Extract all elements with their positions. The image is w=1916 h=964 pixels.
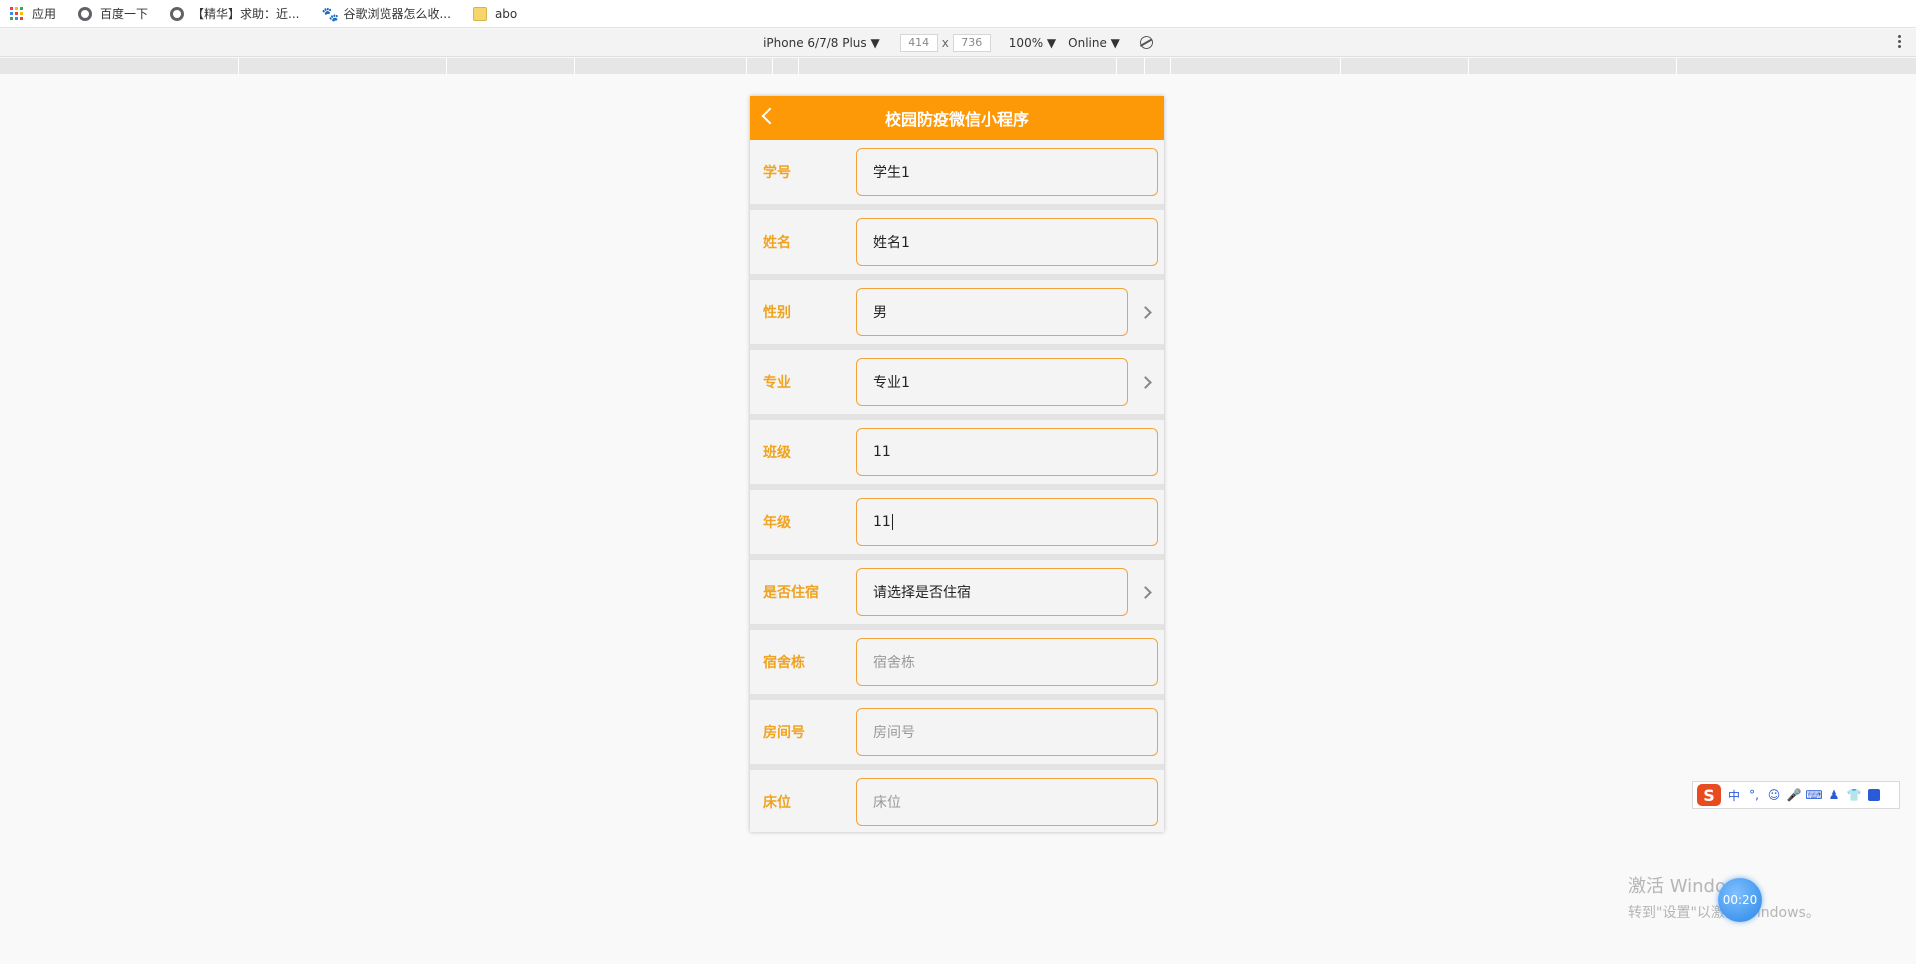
field-label: 房间号: [763, 725, 805, 741]
name-input[interactable]: 姓名1: [856, 218, 1158, 266]
nav-bar: 校园防疫微信小程序: [750, 96, 1164, 140]
room-number-input[interactable]: 房间号: [856, 708, 1158, 756]
field-label: 宿舍栋: [763, 655, 805, 671]
ime-punct-toggle[interactable]: °,: [1747, 788, 1761, 802]
rotate-icon[interactable]: [1137, 33, 1156, 52]
form-row-bed: 床位 床位: [750, 770, 1164, 832]
height-input[interactable]: 736: [952, 33, 991, 52]
user-icon[interactable]: ♟: [1827, 788, 1841, 802]
paw-icon: 🐾: [321, 6, 339, 23]
student-id-input[interactable]: 学生1: [856, 148, 1158, 196]
skin-icon[interactable]: 👕: [1847, 788, 1862, 802]
form-row-dorm-building: 宿舍栋 宿舍栋: [750, 630, 1164, 700]
keyboard-icon[interactable]: ⌨: [1805, 788, 1822, 802]
ime-mode-toggle[interactable]: 中: [1727, 788, 1741, 803]
grid-menu-icon[interactable]: [1867, 788, 1881, 802]
dorm-building-input[interactable]: 宿舍栋: [856, 638, 1158, 686]
bookmark-label: 应用: [32, 7, 57, 21]
globe-icon: [170, 6, 185, 21]
microphone-icon[interactable]: 🎤: [1787, 788, 1802, 802]
bookmark-apps[interactable]: 应用: [10, 5, 56, 22]
field-label: 姓名: [763, 235, 791, 251]
form-row-room-number: 房间号 房间号: [750, 700, 1164, 770]
sogou-logo-icon[interactable]: S: [1697, 784, 1721, 806]
form-row-gender[interactable]: 性别 男: [750, 280, 1164, 350]
apps-grid-icon: [10, 6, 24, 21]
form-row-class: 班级 11: [750, 420, 1164, 490]
field-label: 性别: [763, 305, 791, 321]
dimension-separator: x: [941, 35, 949, 50]
form-row-boarding[interactable]: 是否住宿 请选择是否住宿: [750, 560, 1164, 630]
bookmark-label: 谷歌浏览器怎么收...: [343, 7, 451, 21]
bookmark-label: abo: [494, 6, 518, 21]
boarding-picker[interactable]: 请选择是否住宿: [856, 568, 1128, 616]
bookmark-chrome[interactable]: 🐾 谷歌浏览器怎么收...: [321, 5, 451, 23]
major-picker[interactable]: 专业1: [856, 358, 1128, 406]
bed-input[interactable]: 床位: [856, 778, 1158, 826]
field-label: 班级: [763, 445, 791, 461]
field-label: 床位: [763, 795, 791, 811]
class-input[interactable]: 11: [856, 428, 1158, 476]
device-toolbar: iPhone 6/7/8 Plus ▼ 414 x 736 100% ▼ Onl…: [0, 29, 1916, 57]
form-row-name: 姓名 姓名1: [750, 210, 1164, 280]
text-caret: [891, 514, 893, 530]
bookmark-baidu[interactable]: 百度一下: [78, 5, 148, 22]
back-icon[interactable]: [761, 107, 779, 125]
bookmark-label: 百度一下: [100, 7, 149, 21]
globe-icon: [78, 6, 93, 21]
field-label: 年级: [763, 515, 791, 531]
chevron-right-icon[interactable]: [1139, 585, 1152, 599]
emoji-icon[interactable]: ☺: [1767, 788, 1781, 802]
bookmark-abo[interactable]: abo: [472, 6, 518, 21]
recording-timer[interactable]: 00:20: [1718, 878, 1762, 922]
network-select[interactable]: Online ▼: [1068, 36, 1120, 50]
grade-input[interactable]: 11: [856, 498, 1158, 546]
form-row-grade: 年级 11: [750, 490, 1164, 560]
folder-icon: [472, 6, 487, 21]
ime-toolbar: S 中 °, ☺ 🎤 ⌨ ♟ 👕: [1692, 781, 1900, 809]
zoom-select[interactable]: 100% ▼: [1009, 36, 1056, 50]
media-query-ruler[interactable]: [0, 58, 1916, 74]
more-options-icon[interactable]: [1898, 35, 1902, 48]
field-label: 是否住宿: [763, 585, 819, 601]
field-label: 专业: [763, 375, 791, 391]
device-select[interactable]: iPhone 6/7/8 Plus ▼: [763, 36, 880, 50]
chevron-right-icon[interactable]: [1139, 375, 1152, 389]
phone-viewport: 校园防疫微信小程序 学号 学生1 姓名 姓名1 性别 男 专业 专业1 班级 1…: [750, 96, 1164, 832]
page-title: 校园防疫微信小程序: [884, 110, 1029, 129]
form-row-major[interactable]: 专业 专业1: [750, 350, 1164, 420]
width-input[interactable]: 414: [899, 33, 938, 52]
form-row-student-id: 学号 学生1: [750, 140, 1164, 210]
grade-input-value: 11: [873, 514, 891, 530]
bookmarks-bar: 应用 百度一下 【精华】求助：近... 🐾 谷歌浏览器怎么收... abo: [0, 0, 1916, 28]
bookmark-help[interactable]: 【精华】求助：近...: [170, 5, 299, 22]
bookmark-label: 【精华】求助：近...: [192, 7, 300, 21]
chevron-right-icon[interactable]: [1139, 305, 1152, 319]
gender-picker[interactable]: 男: [856, 288, 1128, 336]
field-label: 学号: [763, 165, 791, 181]
